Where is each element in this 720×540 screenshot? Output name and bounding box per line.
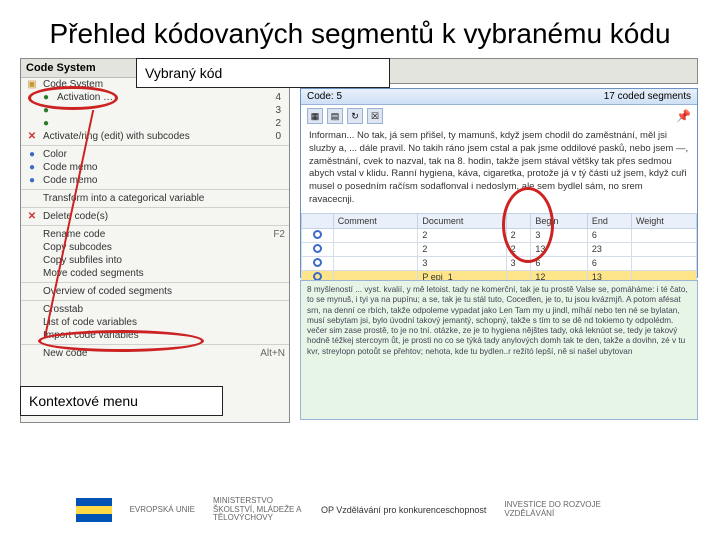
code-system-root-label: Code System (43, 79, 103, 90)
table-header[interactable]: Document (418, 213, 506, 228)
menu-separator (21, 189, 289, 190)
menu-item[interactable]: Rename codeF2 (21, 228, 289, 241)
table-header[interactable]: End (587, 213, 631, 228)
folder-icon: ▣ (25, 79, 39, 90)
table-cell (302, 228, 334, 242)
table-row[interactable]: 3366 (302, 256, 697, 270)
menu-item[interactable]: ✕Activate/ring (edit) with subcodes0 (21, 130, 289, 143)
table-cell: 2 (418, 228, 506, 242)
table-cell: 2 (506, 242, 531, 256)
menu-item[interactable]: ✕Delete code(s) (21, 210, 289, 223)
segment-preview-text: Informan... No tak, já sem přišel, ty ma… (301, 127, 697, 213)
table-cell: 23 (587, 242, 631, 256)
msmt-label: MINISTERSTVO ŠKOLSTVÍ, MLÁDEŽE A TĚLOVÝC… (213, 497, 303, 523)
row-marker-icon (313, 258, 322, 267)
code-count: 0 (275, 131, 285, 142)
table-header[interactable]: Begin (531, 213, 587, 228)
table-cell (333, 242, 418, 256)
footer-logos: EVROPSKÁ UNIE MINISTERSTVO ŠKOLSTVÍ, MLÁ… (0, 480, 720, 540)
menu-separator (21, 207, 289, 208)
table-header[interactable] (506, 213, 531, 228)
table-cell: 3 (506, 256, 531, 270)
grid-title-left: Code: 5 (307, 91, 342, 102)
table-header[interactable] (302, 213, 334, 228)
dot-b-icon: ● (25, 149, 39, 160)
pin-icon[interactable]: 📌 (676, 109, 691, 123)
menu-item[interactable]: ● Activation … 4 (21, 91, 289, 104)
table-cell (631, 242, 696, 256)
table-header[interactable]: Comment (333, 213, 418, 228)
menu-item[interactable]: Transform into a categorical variable (21, 192, 289, 205)
excel-icon[interactable]: ▦ (307, 108, 323, 124)
table-cell: 6 (531, 256, 587, 270)
table-cell (631, 256, 696, 270)
x-icon: ✕ (25, 211, 39, 222)
code-count: 4 (275, 92, 285, 103)
grid-title-right: 17 coded segments (604, 91, 691, 102)
table-cell: 2 (506, 228, 531, 242)
table-cell (302, 242, 334, 256)
refresh-icon[interactable]: ↻ (347, 108, 363, 124)
menu-separator (21, 344, 289, 345)
row-marker-icon (313, 230, 322, 239)
menu-shortcut: Alt+N (260, 348, 285, 359)
table-cell (631, 228, 696, 242)
document-text-panel: 8 myšleností ... vyst. kvalií, y mě leto… (300, 280, 698, 420)
dot-b-icon: ● (25, 175, 39, 186)
table-row[interactable]: 2236 (302, 228, 697, 242)
page-title: Přehled kódovaných segmentů k vybranému … (0, 0, 720, 58)
filter-icon[interactable]: ▤ (327, 108, 343, 124)
callout-context-menu: Kontextové menu (20, 386, 223, 416)
menu-item-label: New code (43, 348, 87, 359)
table-cell (333, 228, 418, 242)
segments-toolbar: ▦ ▤ ↻ ☒ 📌 (301, 105, 697, 127)
menu-item[interactable]: ●Code memo (21, 161, 289, 174)
x-icon: ✕ (25, 131, 39, 142)
segments-grid-title: Code: 5 17 coded segments (301, 89, 697, 105)
menu-separator (21, 225, 289, 226)
menu-shortcut: F2 (273, 229, 285, 240)
dot-b-icon: ● (25, 162, 39, 173)
row-marker-icon (313, 244, 322, 253)
table-cell: 3 (418, 256, 506, 270)
menu-item[interactable]: ●Code memo (21, 174, 289, 187)
table-row[interactable]: 221323 (302, 242, 697, 256)
op-label: OP Vzdělávání pro konkurenceschopnost (321, 505, 486, 515)
table-cell (333, 256, 418, 270)
segments-grid-panel: Code: 5 17 coded segments ▦ ▤ ↻ ☒ 📌 Info… (300, 88, 698, 278)
segments-table: CommentDocumentBeginEndWeight 2236221323… (301, 213, 697, 285)
workspace: Code System ▣ Code System ●Activation …4… (20, 58, 700, 438)
menu-item[interactable]: ● Color (21, 148, 289, 161)
dot-g-icon: ● (39, 105, 53, 116)
invest-label: INVESTICE DO ROZVOJE VZDĚLÁVÁNÍ (504, 501, 644, 519)
menu-separator (21, 145, 289, 146)
table-cell: 2 (418, 242, 506, 256)
menu-item[interactable]: New code Alt+N (21, 347, 289, 360)
dot-g-icon: ● (39, 118, 53, 129)
table-header[interactable]: Weight (631, 213, 696, 228)
code-count: 3 (275, 105, 285, 116)
callout-selected-code: Vybraný kód (136, 58, 390, 88)
table-cell: 3 (531, 228, 587, 242)
table-cell (302, 256, 334, 270)
cancel-icon[interactable]: ☒ (367, 108, 383, 124)
menu-item-label: Color (43, 149, 67, 160)
eu-label: EVROPSKÁ UNIE (130, 506, 195, 515)
dot-g-icon: ● (39, 92, 53, 103)
table-cell: 6 (587, 228, 631, 242)
eu-flag-icon (76, 498, 112, 522)
table-cell: 6 (587, 256, 631, 270)
table-cell: 13 (531, 242, 587, 256)
code-count: 2 (275, 118, 285, 129)
menu-item-label: Activation … (57, 92, 113, 103)
